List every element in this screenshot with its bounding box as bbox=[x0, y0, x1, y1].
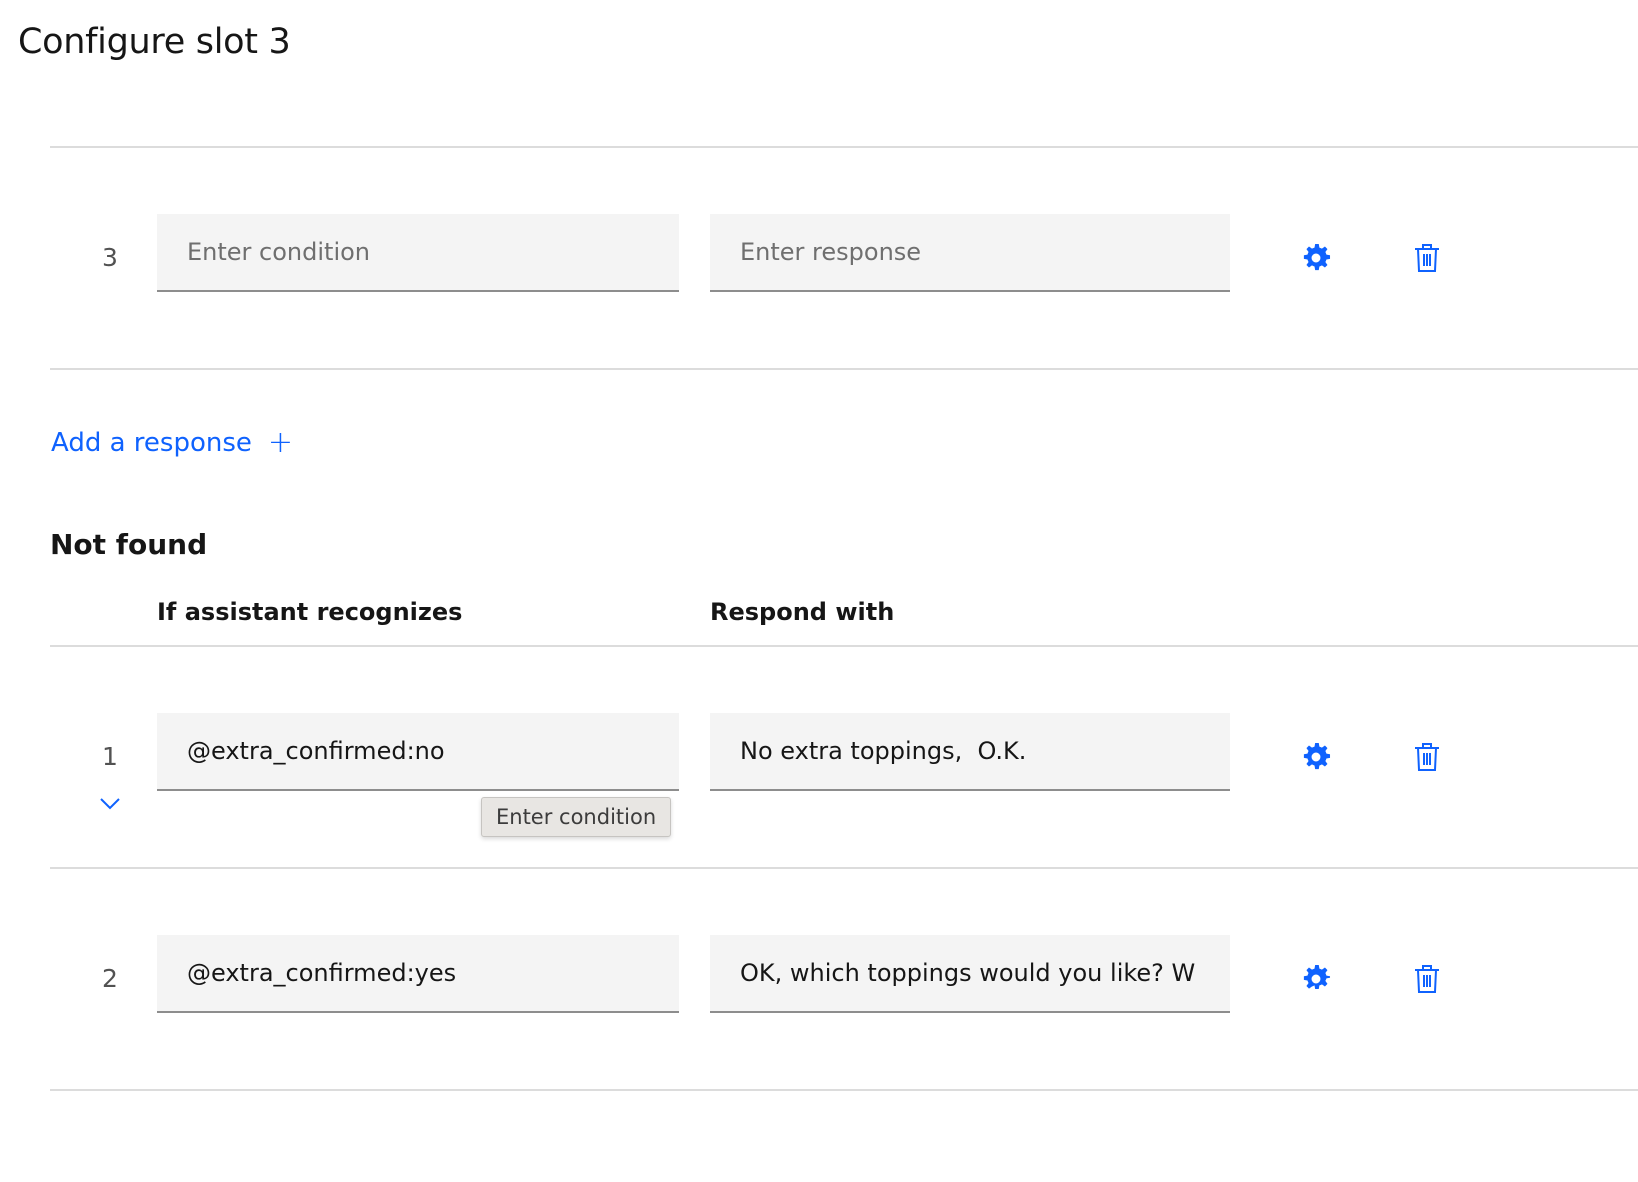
row-number: 3 bbox=[102, 243, 118, 272]
row-number: 1 bbox=[102, 742, 118, 771]
column-header-condition: If assistant recognizes bbox=[157, 598, 463, 626]
settings-button[interactable] bbox=[1294, 236, 1338, 280]
condition-input[interactable] bbox=[157, 214, 679, 292]
delete-button[interactable] bbox=[1405, 735, 1449, 779]
divider bbox=[50, 368, 1638, 370]
delete-button[interactable] bbox=[1405, 236, 1449, 280]
delete-button[interactable] bbox=[1405, 957, 1449, 1001]
settings-button[interactable] bbox=[1294, 957, 1338, 1001]
divider bbox=[50, 645, 1638, 647]
add-response-link[interactable]: Add a response + bbox=[51, 425, 294, 460]
divider bbox=[50, 146, 1638, 148]
condition-input[interactable] bbox=[157, 935, 679, 1013]
response-input[interactable] bbox=[710, 935, 1230, 1013]
settings-button[interactable] bbox=[1294, 735, 1338, 779]
trash-icon bbox=[1415, 965, 1439, 993]
divider bbox=[50, 1089, 1638, 1091]
chevron-down-icon bbox=[100, 798, 120, 810]
tooltip: Enter condition bbox=[481, 797, 672, 837]
expand-button[interactable] bbox=[96, 794, 124, 814]
gear-icon bbox=[1303, 243, 1331, 271]
trash-icon bbox=[1415, 743, 1439, 771]
add-response-label: Add a response bbox=[51, 428, 252, 458]
gear-icon bbox=[1303, 742, 1331, 770]
column-header-response: Respond with bbox=[710, 598, 895, 626]
plus-icon: + bbox=[267, 425, 294, 460]
not-found-heading: Not found bbox=[50, 528, 208, 561]
condition-input[interactable] bbox=[157, 713, 679, 791]
gear-icon bbox=[1303, 964, 1331, 989]
page-title: Configure slot 3 bbox=[18, 22, 291, 62]
divider bbox=[50, 867, 1638, 869]
response-input[interactable] bbox=[710, 214, 1230, 292]
row-number: 2 bbox=[102, 964, 118, 993]
response-input[interactable] bbox=[710, 713, 1230, 791]
trash-icon bbox=[1415, 244, 1439, 272]
